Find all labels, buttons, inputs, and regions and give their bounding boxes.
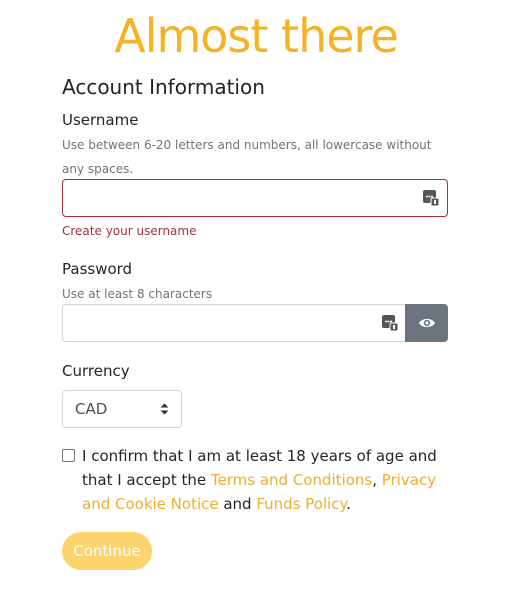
password-help-text: Use at least 8 characters xyxy=(62,287,213,301)
username-error-message: Create your username xyxy=(62,224,197,238)
continue-button[interactable]: Continue xyxy=(62,532,152,570)
eye-icon xyxy=(418,318,435,328)
password-manager-icon[interactable] xyxy=(423,190,439,206)
currency-label: Currency xyxy=(62,362,130,380)
page-heading: Almost there xyxy=(114,9,399,63)
password-input[interactable] xyxy=(63,305,405,341)
username-help-text: Use between 6-20 letters and numbers, al… xyxy=(62,138,432,176)
terms-link[interactable]: Terms and Conditions xyxy=(211,471,372,489)
funds-policy-link[interactable]: Funds Policy xyxy=(256,495,346,513)
password-label: Password xyxy=(62,260,133,278)
username-input[interactable] xyxy=(63,180,447,216)
password-field-wrapper xyxy=(62,304,406,342)
password-manager-icon[interactable] xyxy=(382,315,398,331)
toggle-password-visibility-button[interactable] xyxy=(405,304,448,342)
consent-separator: , xyxy=(372,471,382,489)
consent-text: I confirm that I am at least 18 years of… xyxy=(82,444,452,516)
age-consent-checkbox[interactable] xyxy=(62,449,75,462)
username-field-wrapper xyxy=(62,179,448,217)
currency-selected-value: CAD xyxy=(75,400,108,418)
sort-arrows-icon xyxy=(160,403,169,415)
consent-separator: and xyxy=(218,495,257,513)
section-title: Account Information xyxy=(62,75,265,99)
username-label: Username xyxy=(62,111,139,129)
currency-select[interactable]: CAD xyxy=(62,390,182,428)
consent-end: . xyxy=(346,495,352,513)
